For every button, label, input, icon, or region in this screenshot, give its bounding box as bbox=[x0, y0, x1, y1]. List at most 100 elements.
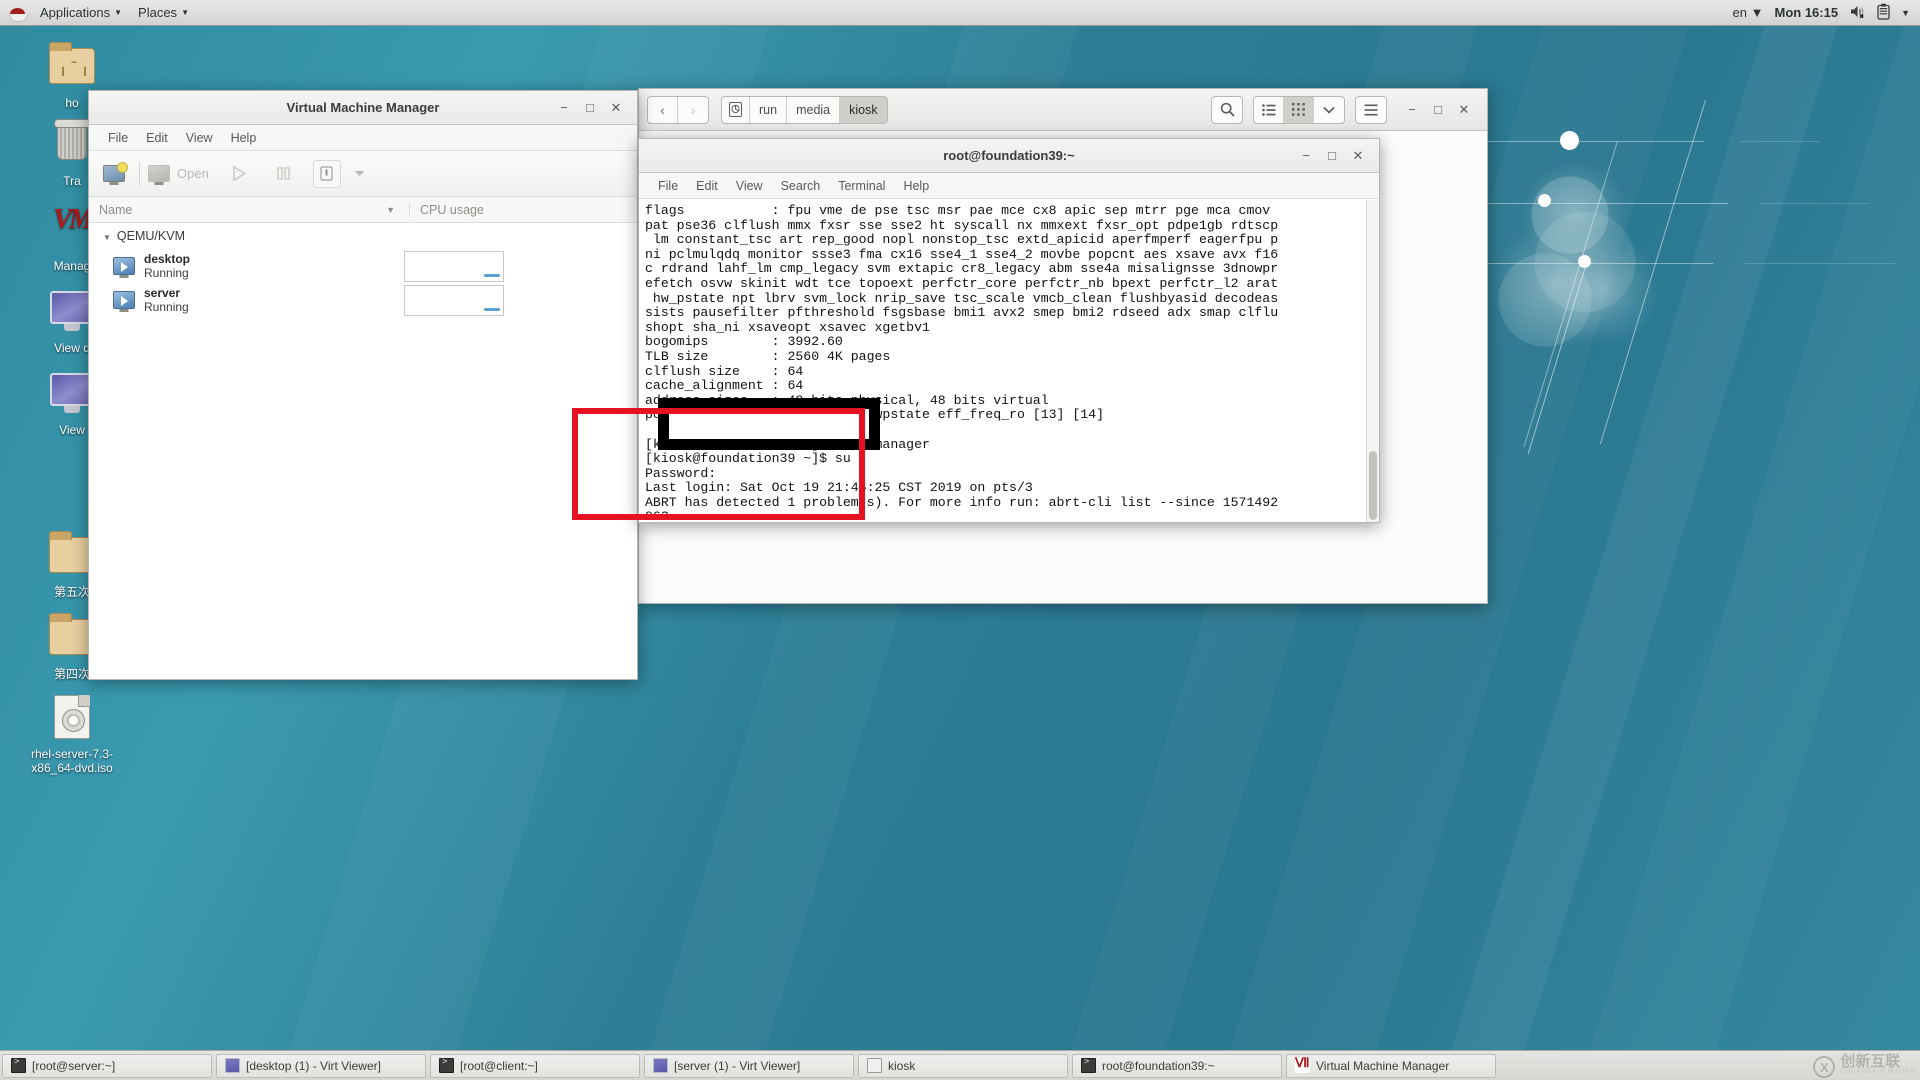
menu-file[interactable]: File bbox=[99, 129, 137, 147]
breadcrumb-item-media[interactable]: media bbox=[787, 96, 841, 123]
terminal-icon bbox=[439, 1057, 454, 1073]
menu-edit[interactable]: Edit bbox=[137, 129, 177, 147]
pause-button[interactable] bbox=[267, 157, 301, 191]
open-button[interactable]: Open bbox=[148, 165, 209, 182]
maximize-button[interactable]: □ bbox=[577, 95, 603, 121]
vm-running-icon bbox=[113, 291, 135, 309]
taskbar-item-root-server[interactable]: [root@server:~] bbox=[2, 1053, 212, 1078]
annotation-red-box bbox=[572, 408, 865, 520]
scrollbar-thumb[interactable] bbox=[1369, 451, 1377, 520]
applications-menu[interactable]: Applications ▼ bbox=[32, 3, 130, 22]
vm-name: server bbox=[144, 285, 181, 300]
terminal-scrollbar[interactable] bbox=[1366, 200, 1379, 522]
taskbar-item-label: root@foundation39:~ bbox=[1102, 1058, 1215, 1073]
taskbar-item-label: kiosk bbox=[888, 1058, 916, 1073]
vm-status: Running bbox=[144, 265, 189, 280]
maximize-button[interactable]: □ bbox=[1319, 143, 1345, 169]
terminal-titlebar: root@foundation39:~ − □ ✕ bbox=[639, 139, 1379, 173]
vm-running-icon bbox=[113, 257, 135, 275]
play-icon bbox=[233, 165, 247, 182]
menu-help[interactable]: Help bbox=[894, 177, 938, 195]
navigation-buttons: ‹ › bbox=[647, 95, 709, 124]
list-view-icon[interactable] bbox=[1254, 96, 1284, 123]
run-button[interactable] bbox=[223, 157, 257, 191]
desktop-icon-label: 第五次 bbox=[53, 585, 90, 599]
new-vm-icon bbox=[103, 162, 128, 182]
watermark-main-text: 创新互联 bbox=[1840, 1053, 1901, 1070]
cpu-usage-sparkline bbox=[404, 284, 504, 316]
menu-edit[interactable]: Edit bbox=[687, 177, 727, 195]
taskbar-item-label: [server (1) - Virt Viewer] bbox=[674, 1058, 801, 1073]
applications-menu-label: Applications bbox=[40, 5, 111, 20]
desktop-icon-label: 第四次 bbox=[53, 667, 90, 681]
view-chevron-down-icon[interactable] bbox=[1314, 97, 1344, 123]
toolbar-chevron-down-icon[interactable] bbox=[343, 157, 377, 191]
table-row[interactable]: desktop Running bbox=[89, 249, 637, 283]
grid-view-icon[interactable] bbox=[1284, 96, 1314, 123]
virtual-machine-manager-window: Virtual Machine Manager − □ ✕ File Edit … bbox=[88, 90, 638, 680]
taskbar: [root@server:~] [desktop (1) - Virt View… bbox=[0, 1050, 1920, 1080]
open-monitor-icon bbox=[148, 165, 170, 182]
terminal-title: root@foundation39:~ bbox=[943, 148, 1075, 163]
taskbar-item-desktop-virt-viewer[interactable]: [desktop (1) - Virt Viewer] bbox=[216, 1053, 426, 1078]
table-row[interactable]: server Running bbox=[89, 283, 637, 317]
taskbar-item-server-virt-viewer[interactable]: [server (1) - Virt Viewer] bbox=[644, 1053, 854, 1078]
menu-search[interactable]: Search bbox=[772, 177, 830, 195]
maximize-button[interactable]: □ bbox=[1425, 97, 1451, 123]
language-label: en bbox=[1732, 5, 1747, 20]
vm-group-qemu-kvm[interactable]: ▼ QEMU/KVM bbox=[89, 223, 637, 249]
breadcrumb-item-kiosk[interactable]: kiosk bbox=[840, 96, 887, 123]
taskbar-item-kiosk[interactable]: kiosk bbox=[858, 1053, 1068, 1078]
new-vm-button[interactable] bbox=[97, 157, 131, 191]
file-manager-icon bbox=[867, 1058, 882, 1073]
menu-terminal[interactable]: Terminal bbox=[829, 177, 894, 195]
breadcrumb: run media kiosk bbox=[721, 95, 888, 124]
virt-viewer-icon bbox=[225, 1058, 240, 1073]
chevron-down-icon: ▼ bbox=[114, 8, 123, 17]
watermark-logo-icon: X bbox=[1813, 1056, 1836, 1078]
shutdown-button[interactable] bbox=[312, 159, 341, 188]
menu-view[interactable]: View bbox=[177, 129, 222, 147]
terminal-menubar: File Edit View Search Terminal Help bbox=[639, 173, 1379, 199]
close-button[interactable]: ✕ bbox=[1451, 97, 1477, 123]
minimize-button[interactable]: − bbox=[551, 95, 577, 121]
vmm-menubar: File Edit View Help bbox=[89, 125, 637, 151]
tray-chevron-down-icon[interactable]: ▼ bbox=[1901, 8, 1910, 18]
column-header-cpu-usage[interactable]: CPU usage bbox=[409, 202, 637, 217]
back-button[interactable]: ‹ bbox=[648, 96, 678, 123]
breadcrumb-item-run[interactable]: run bbox=[750, 96, 788, 123]
vm-status: Running bbox=[144, 299, 189, 314]
taskbar-item-virtual-machine-manager[interactable]: Virtual Machine Manager bbox=[1286, 1053, 1496, 1078]
top-panel: Applications ▼ Places ▼ en ▼ Mon 16:15 ▼ bbox=[0, 0, 1920, 26]
cpu-usage-sparkline bbox=[404, 250, 504, 282]
device-icon[interactable] bbox=[722, 96, 750, 123]
redhat-logo-icon bbox=[8, 4, 28, 22]
taskbar-item-root-client[interactable]: [root@client:~] bbox=[430, 1053, 640, 1078]
vm-name: desktop bbox=[144, 251, 191, 266]
places-menu[interactable]: Places ▼ bbox=[130, 3, 197, 22]
menu-file[interactable]: File bbox=[649, 177, 687, 195]
forward-button[interactable]: › bbox=[678, 97, 708, 123]
sort-chevron-down-icon: ▼ bbox=[386, 204, 395, 215]
watermark: X 创新互联 CHUANGXIN HULIAN bbox=[1813, 1053, 1916, 1078]
search-icon[interactable] bbox=[1212, 97, 1242, 123]
taskbar-item-root-foundation39[interactable]: root@foundation39:~ bbox=[1072, 1053, 1282, 1078]
desktop-icon-iso[interactable]: rhel-server-7.3-x86_64-dvd.iso bbox=[24, 693, 120, 775]
language-indicator[interactable]: en ▼ bbox=[1733, 5, 1764, 20]
menu-view[interactable]: View bbox=[727, 177, 772, 195]
battery-icon[interactable] bbox=[1877, 3, 1890, 23]
minimize-button[interactable]: − bbox=[1293, 143, 1319, 169]
desktop-icon-label: Manag bbox=[53, 259, 91, 273]
menu-help[interactable]: Help bbox=[222, 129, 266, 147]
close-button[interactable]: ✕ bbox=[1345, 143, 1371, 169]
clock[interactable]: Mon 16:15 bbox=[1775, 5, 1839, 20]
column-header-name[interactable]: Name ▼ bbox=[89, 203, 409, 217]
toolbar-divider bbox=[139, 161, 140, 186]
chevron-down-icon: ▼ bbox=[181, 8, 189, 17]
volume-muted-icon[interactable] bbox=[1849, 4, 1866, 22]
close-button[interactable]: ✕ bbox=[603, 95, 629, 121]
file-manager-toolbar: ‹ › run media kiosk − □ ✕ bbox=[639, 89, 1487, 131]
vm-group-label: QEMU/KVM bbox=[116, 229, 185, 243]
hamburger-menu-icon[interactable] bbox=[1356, 97, 1386, 123]
minimize-button[interactable]: − bbox=[1399, 97, 1425, 123]
